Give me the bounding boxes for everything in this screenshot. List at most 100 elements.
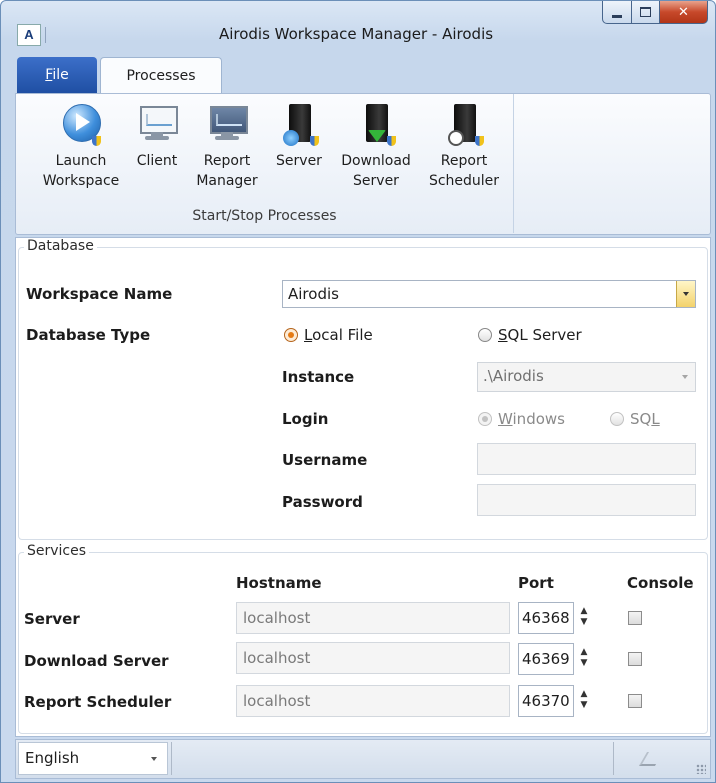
workspace-dropdown-arrow-icon[interactable] xyxy=(676,281,695,307)
status-separator-left xyxy=(171,742,172,775)
service-name-download-server: Download Server xyxy=(24,652,169,670)
minimize-icon xyxy=(612,14,622,18)
console-header: Console xyxy=(627,574,694,592)
download-server-label-1: Download xyxy=(341,153,411,169)
ribbon-group-label: Start/Stop Processes xyxy=(192,208,337,224)
close-button[interactable]: ✕ xyxy=(660,1,708,24)
title-bar[interactable]: A Airodis Workspace Manager - Airodis ✕ xyxy=(1,1,715,51)
tab-file-label: File xyxy=(45,67,69,83)
service-name-report-scheduler: Report Scheduler xyxy=(24,693,172,711)
server-console-checkbox[interactable] xyxy=(628,611,642,625)
title-separator xyxy=(45,27,46,43)
report-scheduler-port-spin-arrows-icon[interactable]: ▲ ▼ xyxy=(578,689,590,713)
ribbon-panel: Launch Workspace Client Report Manager S… xyxy=(15,93,711,235)
login-windows-radio-dot xyxy=(478,412,492,426)
report-scheduler-label-1: Report xyxy=(440,153,488,169)
report-scheduler-hostname-field[interactable]: localhost xyxy=(236,685,510,717)
server-hostname-value: localhost xyxy=(243,609,311,627)
download-server-port-spin-arrows-icon[interactable]: ▲ ▼ xyxy=(578,647,590,671)
login-sql-radio-dot xyxy=(610,412,624,426)
service-name-server: Server xyxy=(24,610,80,628)
login-windows-radio[interactable]: Windows xyxy=(478,410,565,428)
password-label: Password xyxy=(282,493,363,511)
tab-processes[interactable]: Processes xyxy=(100,57,222,94)
instance-value: .\Airodis xyxy=(483,367,544,385)
server-port-stepper[interactable]: 46368 ▲ ▼ xyxy=(518,602,612,634)
sql-server-radio-dot xyxy=(478,328,492,342)
report-manager-label-1: Report xyxy=(203,153,251,169)
server-button[interactable]: Server xyxy=(269,102,329,171)
launch-workspace-label-2: Workspace xyxy=(42,173,120,189)
server-label: Server xyxy=(276,153,322,169)
sql-server-label: SQL Server xyxy=(498,326,582,344)
download-server-console-checkbox[interactable] xyxy=(628,652,642,666)
status-bar: English xyxy=(15,739,711,779)
local-file-radio-dot xyxy=(284,328,298,342)
database-type-label: Database Type xyxy=(26,326,151,344)
launch-workspace-label-1: Launch xyxy=(55,153,107,169)
download-server-button[interactable]: Download Server xyxy=(334,102,418,191)
download-server-port-value[interactable]: 46369 xyxy=(518,643,574,675)
instance-combo[interactable]: .\Airodis xyxy=(477,362,696,392)
report-scheduler-port-value[interactable]: 46370 xyxy=(518,685,574,717)
services-legend: Services xyxy=(24,543,90,559)
workspace-name-value: Airodis xyxy=(288,285,339,303)
server-port-spin-arrows-icon[interactable]: ▲ ▼ xyxy=(578,606,590,630)
sql-server-radio[interactable]: SQL Server xyxy=(478,326,582,344)
server-port-value[interactable]: 46368 xyxy=(518,602,574,634)
workspace-name-combo[interactable]: Airodis xyxy=(282,280,696,308)
username-field[interactable] xyxy=(477,443,696,475)
server-clock-icon xyxy=(444,102,484,146)
status-separator-right xyxy=(613,742,614,775)
server-sync-icon xyxy=(279,102,319,146)
launch-workspace-button[interactable]: Launch Workspace xyxy=(40,102,122,191)
language-value: English xyxy=(25,749,80,767)
login-sql-label: SQL xyxy=(630,410,660,428)
app-window: A Airodis Workspace Manager - Airodis ✕ … xyxy=(0,0,716,783)
download-server-hostname-value: localhost xyxy=(243,649,311,667)
tab-processes-label: Processes xyxy=(126,68,196,84)
minimize-button[interactable] xyxy=(602,1,632,24)
login-windows-label: Windows xyxy=(498,410,565,428)
status-activity-icon xyxy=(638,752,664,766)
server-download-icon xyxy=(356,102,396,146)
local-file-radio[interactable]: Local File xyxy=(284,326,373,344)
monitor-icon xyxy=(137,102,178,146)
instance-label: Instance xyxy=(282,368,355,386)
maximize-icon xyxy=(640,7,651,17)
client-button[interactable]: Client xyxy=(128,102,186,171)
app-logo-icon[interactable]: A xyxy=(17,24,41,46)
tab-file[interactable]: File xyxy=(17,57,97,93)
local-file-label: Local File xyxy=(304,326,373,344)
download-server-port-stepper[interactable]: 46369 ▲ ▼ xyxy=(518,643,612,675)
language-select[interactable]: English xyxy=(18,742,168,775)
client-label: Client xyxy=(136,153,178,169)
login-sql-radio[interactable]: SQL xyxy=(610,410,660,428)
download-server-hostname-field[interactable]: localhost xyxy=(236,642,510,674)
report-scheduler-hostname-value: localhost xyxy=(243,692,311,710)
username-label: Username xyxy=(282,451,368,469)
report-scheduler-button[interactable]: Report Scheduler xyxy=(422,102,506,191)
hostname-header: Hostname xyxy=(236,574,322,592)
download-server-label-2: Server xyxy=(353,173,399,189)
login-label: Login xyxy=(282,410,329,428)
report-manager-label-2: Manager xyxy=(196,173,258,189)
close-icon: ✕ xyxy=(678,4,689,20)
report-monitor-icon xyxy=(207,102,248,146)
resize-grip-icon[interactable] xyxy=(696,764,706,774)
window-title: Airodis Workspace Manager - Airodis xyxy=(218,25,494,43)
window-controls: ✕ xyxy=(602,1,708,25)
database-legend: Database xyxy=(24,238,97,254)
workspace-name-label: Workspace Name xyxy=(26,285,173,303)
report-manager-button[interactable]: Report Manager xyxy=(191,102,263,191)
ribbon-group-start-stop: Launch Workspace Client Report Manager S… xyxy=(16,94,514,233)
main-content: Database Workspace Name Airodis Database… xyxy=(15,237,711,737)
maximize-button[interactable] xyxy=(632,1,660,24)
report-scheduler-port-stepper[interactable]: 46370 ▲ ▼ xyxy=(518,685,612,717)
play-icon xyxy=(61,102,101,146)
report-scheduler-label-2: Scheduler xyxy=(428,173,500,189)
server-hostname-field[interactable]: localhost xyxy=(236,602,510,634)
password-field[interactable] xyxy=(477,484,696,516)
report-scheduler-console-checkbox[interactable] xyxy=(628,694,642,708)
port-header: Port xyxy=(518,574,554,592)
